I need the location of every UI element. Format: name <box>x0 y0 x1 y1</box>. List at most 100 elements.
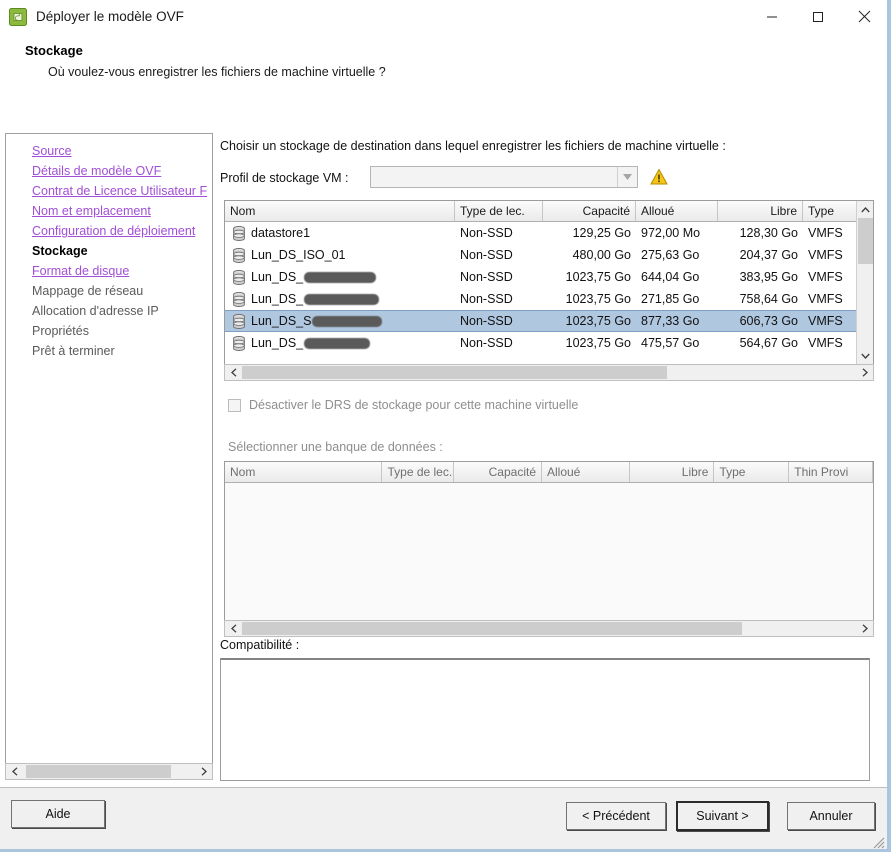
datastore-row[interactable]: datastore1 Non-SSD 129,25 Go 972,00 Mo 128,3… <box>225 222 873 244</box>
datastore-name-cell: Lun_DS_ <box>225 291 455 307</box>
bank-col-header-0[interactable]: Nom <box>225 462 383 482</box>
datastore-table-vscrollbar[interactable] <box>856 201 873 364</box>
wizard-step-7: Mappage de réseau <box>32 284 144 298</box>
cancel-button[interactable]: Annuler <box>787 802 875 830</box>
datastore-name-cell: datastore1 <box>225 225 455 241</box>
disable-storage-drs-checkbox[interactable] <box>228 398 241 412</box>
window-titlebar: Déployer le modèle OVF <box>0 0 887 33</box>
wizard-step-6[interactable]: Format de disque <box>6 261 212 281</box>
warning-triangle-icon <box>650 168 668 186</box>
datastore-name: Lun_DS_ <box>251 292 304 306</box>
redacted-name-overlay <box>304 337 371 349</box>
bank-col-header-2[interactable]: Capacité <box>454 462 542 482</box>
vm-storage-profile-label: Profil de stockage VM : <box>220 171 349 185</box>
datastore-row[interactable]: Lun_DS_ Non-SSD 1023,75 Go 644,04 Go 383,95 … <box>225 266 873 288</box>
scroll-left-icon[interactable] <box>225 621 242 636</box>
wizard-step-2[interactable]: Contrat de Licence Utilisateur F <box>6 181 212 201</box>
datastore-col-header-4[interactable]: Libre <box>718 201 803 221</box>
datastore-icon <box>232 335 246 351</box>
bank-col-header-5[interactable]: Type <box>714 462 790 482</box>
datastore-bank-table-hscrollbar[interactable] <box>224 620 874 637</box>
datastore-bank-table[interactable]: Nom Type de lec. Capacité Alloué Libre Type Th… <box>224 461 874 621</box>
wizard-step-nav: Source Détails de modèle OVF Contrat de Li… <box>5 133 213 770</box>
hscroll-track[interactable] <box>242 621 856 636</box>
datastore-type-cell: VMFS <box>808 314 843 328</box>
datastore-name: datastore1 <box>251 226 311 240</box>
datastore-capacity-cell: 129,25 Go <box>572 226 631 240</box>
disable-storage-drs-checkbox-row[interactable]: Désactiver le DRS de stockage pour cette… <box>228 398 578 412</box>
window-controls <box>749 0 887 33</box>
vm-storage-profile-select[interactable] <box>370 166 638 188</box>
datastore-type-cell: VMFS <box>808 336 843 350</box>
bank-col-header-1[interactable]: Type de lec. <box>382 462 455 482</box>
scroll-left-icon[interactable] <box>6 764 23 779</box>
close-icon[interactable] <box>841 0 887 33</box>
wizard-step-4[interactable]: Configuration de déploiement <box>6 221 212 241</box>
datastore-row[interactable]: Lun_DS_ Non-SSD 1023,75 Go 271,85 Go 758,64 … <box>225 288 873 310</box>
datastore-col-header-2[interactable]: Capacité <box>543 201 636 221</box>
datastore-col-header-1[interactable]: Type de lec. <box>455 201 543 221</box>
back-button[interactable]: < Précédent <box>566 802 666 830</box>
scroll-right-icon[interactable] <box>856 365 873 380</box>
datastore-type-cell: VMFS <box>808 226 843 240</box>
disable-storage-drs-label: Désactiver le DRS de stockage pour cette… <box>249 398 579 412</box>
datastore-drive-type-cell: Non-SSD <box>460 336 513 350</box>
datastore-table[interactable]: Nom Type de lec. Capacité Alloué Libre Type d… <box>224 200 874 365</box>
scroll-right-icon[interactable] <box>195 764 212 779</box>
chevron-down-icon <box>617 167 636 187</box>
redacted-name-overlay <box>312 315 383 327</box>
hscroll-thumb[interactable] <box>242 366 667 379</box>
datastore-row[interactable]: Lun_DS_S Non-SSD 1023,75 Go 877,33 Go 606,73… <box>225 310 873 332</box>
scroll-right-icon[interactable] <box>856 621 873 636</box>
datastore-bank-table-body[interactable] <box>225 483 873 620</box>
datastore-icon <box>232 225 246 241</box>
datastore-table-body[interactable]: datastore1 Non-SSD 129,25 Go 972,00 Mo 128,3… <box>225 222 873 354</box>
datastore-name: Lun_DS_ <box>251 336 304 350</box>
datastore-type-cell: VMFS <box>808 270 843 284</box>
bank-col-header-3[interactable]: Alloué <box>542 462 630 482</box>
wizard-step-1[interactable]: Détails de modèle OVF <box>6 161 212 181</box>
minimize-icon[interactable] <box>749 0 795 33</box>
hscroll-track[interactable] <box>242 365 856 380</box>
datastore-table-hscrollbar[interactable] <box>224 364 874 381</box>
datastore-row[interactable]: Lun_DS_ISO_01 Non-SSD 480,00 Go 275,63 Go 20… <box>225 244 873 266</box>
wizard-nav-hscrollbar[interactable] <box>5 763 213 780</box>
hscroll-thumb[interactable] <box>242 622 742 635</box>
vscroll-track[interactable] <box>858 218 873 347</box>
wizard-step-5[interactable]: Stockage <box>6 241 212 261</box>
datastore-col-header-3[interactable]: Alloué <box>636 201 718 221</box>
datastore-row[interactable]: Lun_DS_ Non-SSD 1023,75 Go 475,57 Go 564,67 … <box>225 332 873 354</box>
bank-col-header-6[interactable]: Thin Provi <box>789 462 873 482</box>
bank-col-header-4[interactable]: Libre <box>630 462 715 482</box>
wizard-step-3[interactable]: Nom et emplacement <box>6 201 212 221</box>
compatibility-label: Compatibilité : <box>220 638 300 652</box>
next-button[interactable]: Suivant > <box>676 801 769 831</box>
datastore-free-cell: 204,37 Go <box>739 248 798 262</box>
datastore-allocated-cell: 275,63 Go <box>641 248 700 262</box>
datastore-drive-type-cell: Non-SSD <box>460 270 513 284</box>
ovf-app-icon <box>9 7 27 26</box>
datastore-col-header-0[interactable]: Nom <box>225 201 455 221</box>
datastore-capacity-cell: 1023,75 Go <box>565 270 631 284</box>
select-datastore-label: Sélectionner une banque de données : <box>228 440 443 454</box>
datastore-allocated-cell: 271,85 Go <box>641 292 700 306</box>
dialog-footer: Aide < Précédent Suivant > Annuler <box>0 787 887 849</box>
datastore-drive-type-cell: Non-SSD <box>460 292 513 306</box>
resize-grip-icon[interactable] <box>870 834 885 849</box>
maximize-icon[interactable] <box>795 0 841 33</box>
hscroll-thumb[interactable] <box>26 765 171 778</box>
datastore-name-cell: Lun_DS_ISO_01 <box>225 247 455 263</box>
scroll-left-icon[interactable] <box>225 365 242 380</box>
redacted-name-overlay <box>304 271 377 283</box>
scroll-down-icon[interactable] <box>857 347 873 364</box>
help-button[interactable]: Aide <box>11 800 105 828</box>
vscroll-thumb[interactable] <box>858 218 873 264</box>
datastore-capacity-cell: 1023,75 Go <box>565 336 631 350</box>
datastore-drive-type-cell: Non-SSD <box>460 226 513 240</box>
wizard-step-8: Allocation d'adresse IP <box>32 304 159 318</box>
datastore-free-cell: 128,30 Go <box>739 226 798 240</box>
hscroll-track[interactable] <box>23 764 195 779</box>
wizard-step-0[interactable]: Source <box>6 141 212 161</box>
scroll-up-icon[interactable] <box>857 201 873 218</box>
datastore-col-header-5[interactable]: Type <box>803 201 858 221</box>
